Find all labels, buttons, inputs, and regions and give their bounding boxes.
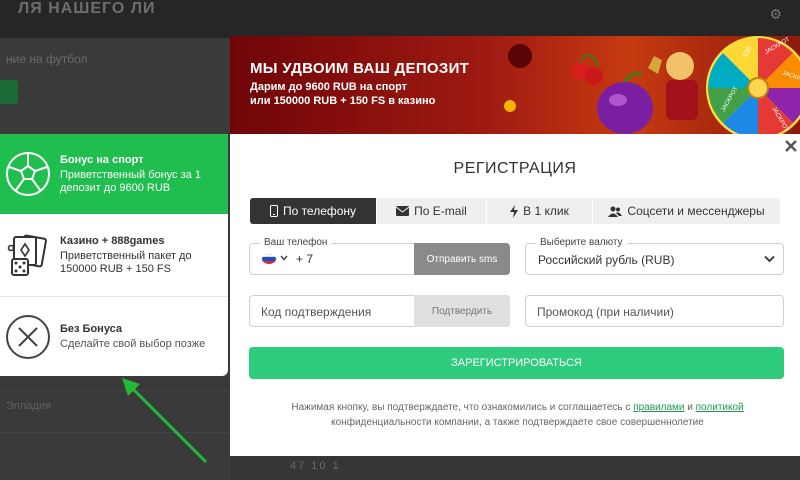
background-header: ЛЯ НАШЕГО ЛИ ⚙ — [0, 0, 800, 38]
bonus-description: депозит до 9600 RUB — [60, 181, 171, 194]
privacy-policy-link[interactable]: политикой — [696, 402, 744, 413]
bonus-description: Сделайте свой выбор позже — [60, 337, 206, 350]
confirmation-code-input[interactable]: Код подтверждения — [261, 305, 371, 319]
bonus-description: Приветственный пакет до — [60, 249, 192, 262]
tab-label: В 1 клик — [523, 204, 569, 218]
russia-flag-icon[interactable] — [262, 254, 276, 264]
phone-label: Ваш телефон — [260, 237, 332, 248]
phone-code[interactable]: + 7 — [296, 252, 313, 266]
background-title: ЛЯ НАШЕГО ЛИ — [18, 0, 156, 17]
terms-prefix: Нажимая кнопку, вы подтверждаете, что оз… — [291, 402, 631, 413]
confirm-button[interactable]: Подтвердить — [414, 295, 510, 327]
promo-code-field[interactable]: Промокод (при наличии) — [525, 295, 784, 327]
registration-tabs: По телефону По E-mail В 1 клик Соцсети и… — [250, 198, 780, 224]
bonus-description: Приветственный бонус за 1 — [60, 168, 201, 181]
terms-suffix: конфиденциальности компании, а также под… — [331, 417, 704, 428]
tab-label: Соцсети и мессенджеры — [627, 204, 765, 218]
banner-artwork: 100 JACKPOT JACKPOT JACKPOT JACKPOT — [504, 36, 800, 134]
tab-phone[interactable]: По телефону — [250, 198, 377, 224]
terms-and: и — [687, 402, 693, 413]
tab-social[interactable]: Соцсети и мессенджеры — [593, 198, 780, 224]
close-icon[interactable] — [783, 138, 799, 154]
registration-modal: РЕГИСТРАЦИЯ По телефону По E-mail В 1 кл… — [230, 134, 800, 456]
currency-label: Выберите валюту — [536, 237, 627, 248]
promo-banner[interactable]: 100 JACKPOT JACKPOT JACKPOT JACKPOT МЫ У… — [230, 36, 800, 134]
phone-field[interactable]: Ваш телефон + 7 Отправить sms — [249, 237, 510, 275]
chevron-down-icon[interactable] — [280, 255, 288, 261]
background-row-text: Эпладия — [6, 400, 51, 412]
tab-one-click[interactable]: В 1 клик — [487, 198, 593, 224]
send-sms-button[interactable]: Отправить sms — [414, 243, 510, 275]
tab-label: По E-mail — [414, 204, 467, 218]
promo-code-input[interactable]: Промокод (при наличии) — [537, 305, 674, 319]
users-icon — [608, 206, 623, 217]
background-subtitle: ние на футбол — [6, 52, 88, 66]
bonus-option-none[interactable]: Без Бонуса Сделайте свой выбор позже — [0, 296, 228, 376]
bonus-option-sport[interactable]: Бонус на спорт Приветственный бонус за 1… — [0, 134, 228, 214]
close-circle-icon — [6, 314, 50, 359]
envelope-icon — [396, 206, 410, 216]
tab-label: По телефону — [282, 204, 357, 218]
confirmation-code-field[interactable]: Код подтверждения Подтвердить — [249, 295, 510, 327]
banner-subtitle: или 150000 RUB + 150 FS в казино — [250, 95, 436, 107]
background-green-button — [0, 80, 18, 104]
annotation-arrow-icon — [122, 378, 208, 464]
phone-icon — [269, 205, 278, 217]
bonus-title: Казино + 888games — [60, 234, 165, 247]
background-settings-icon: ⚙ — [769, 6, 782, 22]
terms-text: Нажимая кнопку, вы подтверждаете, что оз… — [250, 400, 785, 430]
banner-title: МЫ УДВОИМ ВАШ ДЕПОЗИТ — [250, 60, 470, 77]
tab-email[interactable]: По E-mail — [377, 198, 487, 224]
soccer-ball-icon — [6, 152, 50, 196]
bonus-description: 150000 RUB + 150 FS — [60, 262, 171, 275]
register-button[interactable]: ЗАРЕГИСТРИРОВАТЬСЯ — [249, 347, 784, 379]
modal-title: РЕГИСТРАЦИЯ — [453, 160, 577, 177]
lightning-icon — [510, 204, 519, 218]
bonus-title: Без Бонуса — [60, 322, 123, 335]
bonus-panel: Бонус на спорт Приветственный бонус за 1… — [0, 134, 228, 376]
bonus-title: Бонус на спорт — [60, 153, 144, 166]
background-odds: 47 10 1 — [290, 460, 341, 472]
currency-select[interactable]: Выберите валюту Российский рубль (RUB) — [525, 237, 784, 275]
rules-link[interactable]: правилами — [633, 402, 684, 413]
cards-dice-icon — [7, 234, 47, 276]
banner-subtitle: Дарим до 9600 RUB на спорт — [250, 81, 408, 93]
bonus-option-casino[interactable]: Казино + 888games Приветственный пакет д… — [0, 214, 228, 296]
chevron-down-icon — [764, 255, 775, 263]
currency-value: Российский рубль (RUB) — [538, 253, 675, 267]
